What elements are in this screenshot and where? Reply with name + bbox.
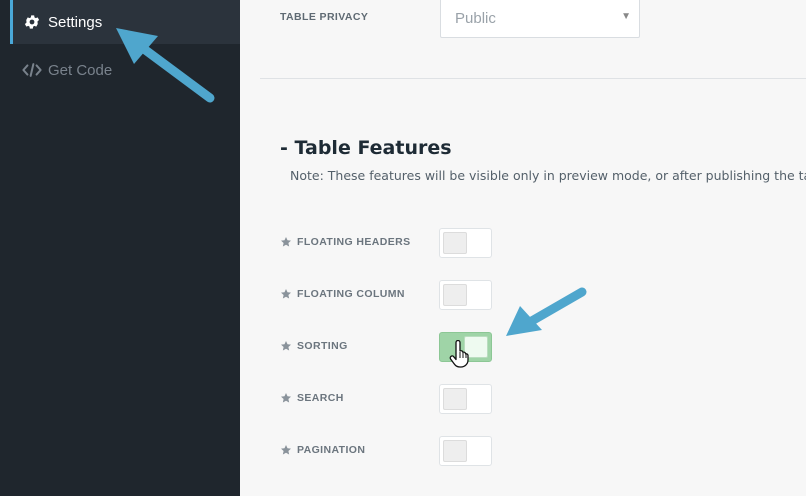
sidebar-item-label: Get Code xyxy=(48,61,113,79)
star-icon xyxy=(281,289,291,299)
section-divider xyxy=(260,78,806,79)
feature-search: SEARCH xyxy=(280,384,540,416)
caret-down-icon: ▼ xyxy=(621,11,631,22)
feature-label: FLOATING COLUMN xyxy=(297,288,405,300)
star-icon xyxy=(281,341,291,351)
toggle-knob xyxy=(443,284,467,306)
pagination-toggle[interactable] xyxy=(439,436,492,466)
feature-label: SEARCH xyxy=(297,392,344,404)
annotation-arrow-icon xyxy=(116,28,215,103)
feature-label: FLOATING HEADERS xyxy=(297,236,411,248)
star-icon xyxy=(281,237,291,247)
code-icon xyxy=(22,60,42,80)
feature-label: PAGINATION xyxy=(297,444,366,456)
star-icon xyxy=(281,393,291,403)
sidebar-item-label: Settings xyxy=(48,13,103,31)
table-privacy-label: TABLE PRIVACY xyxy=(280,11,369,23)
toggle-knob xyxy=(443,388,467,410)
feature-floating-headers: FLOATING HEADERS xyxy=(280,228,540,260)
table-features-note: Note: These features will be visible onl… xyxy=(290,168,806,183)
toggle-knob xyxy=(443,232,467,254)
feature-pagination: PAGINATION xyxy=(280,436,540,468)
settings-panel: TABLE PRIVACY Public ▼ - Table Features … xyxy=(240,0,806,496)
search-toggle[interactable] xyxy=(439,384,492,414)
star-icon xyxy=(281,445,291,455)
annotation-arrow-icon xyxy=(506,287,587,336)
toggle-knob xyxy=(443,440,467,462)
floating-headers-toggle[interactable] xyxy=(439,228,492,258)
table-privacy-value: Public xyxy=(455,9,496,27)
floating-column-toggle[interactable] xyxy=(439,280,492,310)
feature-label: SORTING xyxy=(297,340,348,352)
table-features-title[interactable]: - Table Features xyxy=(280,137,452,159)
gear-icon xyxy=(22,12,42,32)
table-privacy-select[interactable]: Public ▼ xyxy=(440,0,640,38)
hand-cursor-icon xyxy=(449,340,469,368)
